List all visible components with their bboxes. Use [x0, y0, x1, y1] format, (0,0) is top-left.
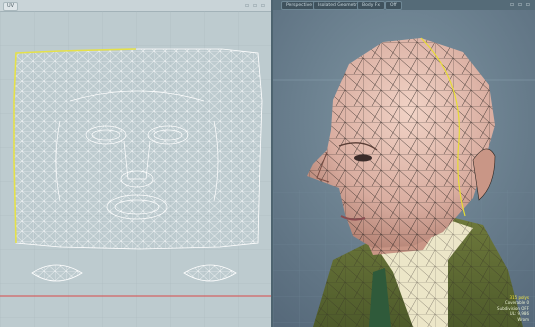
uv-layout-canvas[interactable]	[0, 11, 271, 327]
uv-tab[interactable]: UV	[3, 2, 19, 11]
uv-editor-viewport[interactable]: UV ▫ ▫ ▫	[0, 0, 273, 327]
tab-perspective[interactable]: Perspective	[281, 1, 318, 10]
scene-stats-overlay: 315 polys Coverable 0 Subdivision OFF UL…	[497, 295, 529, 323]
tab-body-fx[interactable]: Body Fx	[357, 1, 386, 10]
perspective-viewport[interactable]: Perspective Isolated Geometry Body Fx Of…	[273, 0, 535, 327]
persp-window-controls-icon[interactable]: ▫ ▫ ▫	[510, 1, 531, 8]
tab-off[interactable]: Off	[385, 1, 402, 10]
3d-head-model[interactable]	[273, 10, 535, 327]
uv-window-controls-icon[interactable]: ▫ ▫ ▫	[245, 2, 266, 9]
stats-line-5: Wrom	[517, 316, 529, 322]
